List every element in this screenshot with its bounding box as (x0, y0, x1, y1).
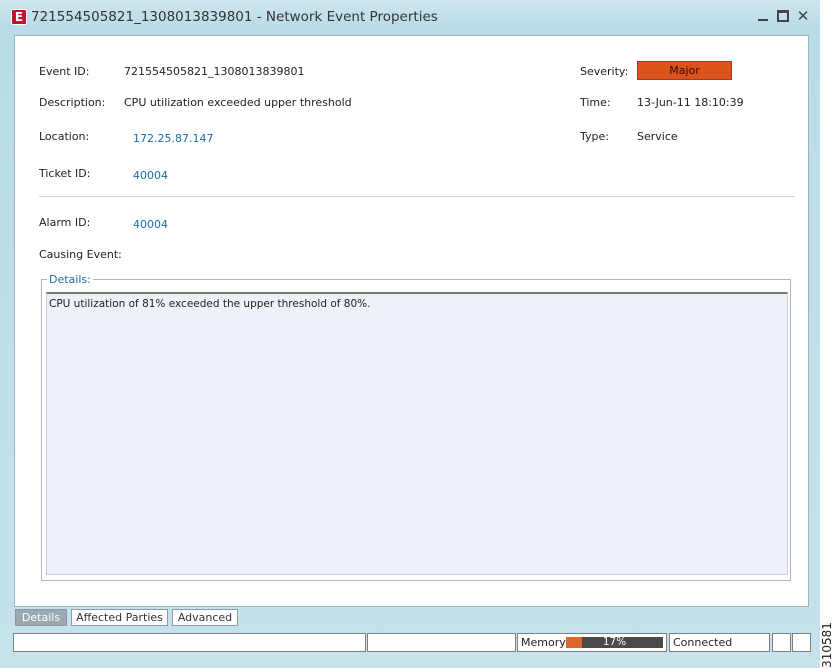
time-value: 13-Jun-11 18:10:39 (637, 96, 744, 109)
severity-badge: Major (637, 61, 732, 80)
tab-affected-parties[interactable]: Affected Parties (71, 609, 168, 626)
description-label: Description: (39, 96, 106, 109)
separator (39, 196, 795, 197)
details-text-area[interactable]: CPU utilization of 81% exceeded the uppe… (46, 292, 788, 575)
minimize-button[interactable] (756, 9, 770, 23)
ticket-id-label: Ticket ID: (39, 167, 91, 180)
description-value: CPU utilization exceeded upper threshold (124, 96, 352, 109)
status-cell-indicator-2 (792, 633, 811, 652)
figure-id-text: 310581 (819, 622, 834, 668)
app-logo-icon: E (11, 9, 27, 25)
memory-percent: 17% (602, 636, 627, 648)
type-label: Type: (580, 130, 609, 143)
causing-event-label: Causing Event: (39, 248, 122, 261)
ticket-id-link[interactable]: 40004 (133, 169, 168, 182)
event-id-value: 721554505821_1308013839801 (124, 65, 305, 78)
status-cell-main (13, 633, 366, 652)
memory-status: Memory: 17% (517, 633, 667, 652)
location-link[interactable]: 172.25.87.147 (133, 132, 213, 145)
type-value: Service (637, 130, 678, 143)
properties-panel: Event ID: 721554505821_1308013839801 Des… (14, 35, 809, 607)
figure-id: 310581 (820, 620, 840, 668)
title-bar[interactable]: E 721554505821_1308013839801 - Network E… (0, 0, 820, 34)
close-button[interactable]: ✕ (796, 9, 810, 24)
location-label: Location: (39, 130, 90, 143)
connection-status: Connected (669, 633, 770, 652)
status-bar: Memory: 17% Connected (0, 630, 820, 654)
time-label: Time: (580, 96, 611, 109)
details-legend: Details: (47, 273, 93, 286)
maximize-button[interactable] (776, 9, 790, 23)
alarm-id-link[interactable]: 40004 (133, 218, 168, 231)
status-cell-secondary (367, 633, 516, 652)
alarm-id-label: Alarm ID: (39, 216, 91, 229)
event-id-label: Event ID: (39, 65, 90, 78)
severity-label: Severity: (580, 65, 629, 78)
properties-window: E 721554505821_1308013839801 - Network E… (0, 0, 820, 668)
status-cell-indicator-1 (772, 633, 791, 652)
memory-bar: 17% (566, 636, 663, 648)
memory-label: Memory: (521, 636, 569, 649)
window-title: 721554505821_1308013839801 - Network Eve… (31, 9, 438, 25)
tab-details[interactable]: Details (15, 609, 67, 626)
tab-advanced[interactable]: Advanced (172, 609, 238, 626)
